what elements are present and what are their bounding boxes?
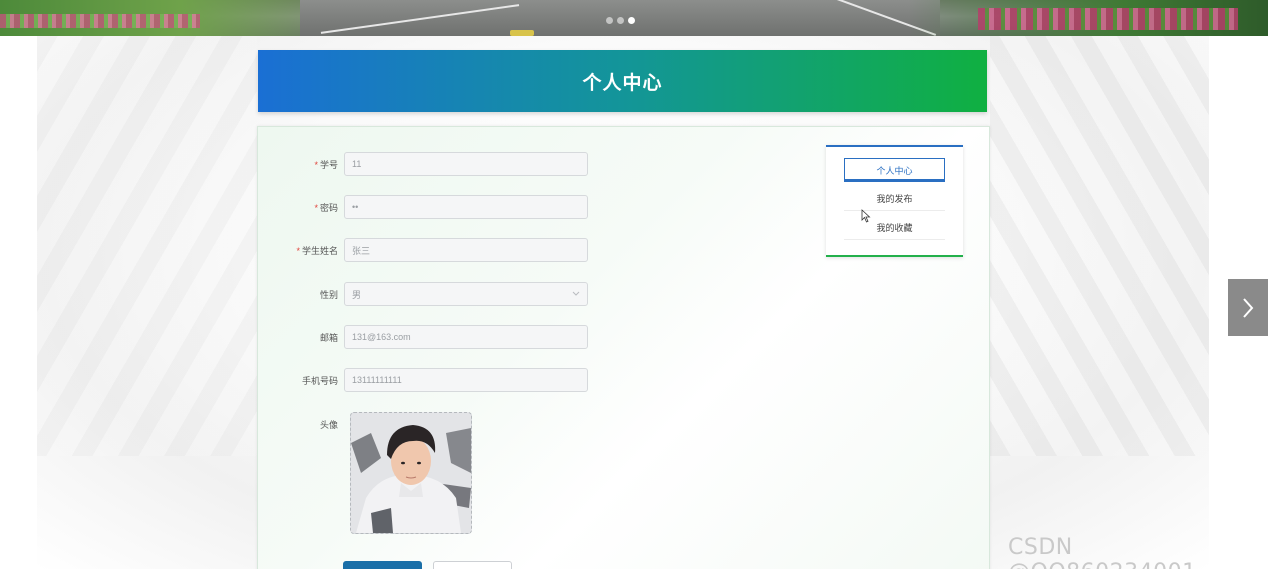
student-id-input[interactable]: 11 [344,152,588,176]
carousel-dot[interactable] [617,17,624,24]
field-label: 头像 [319,419,338,430]
gender-select[interactable]: 男 [344,282,588,306]
form-row-student-name: * 学生姓名 张三 [258,238,658,262]
carousel-indicators [606,17,635,24]
field-label: 邮箱 [319,332,338,343]
required-mark: * [314,159,318,170]
avatar-photo [351,413,471,533]
phone-input[interactable]: 13111111111 [344,368,588,392]
form-row-password: * 密码 •• [258,195,658,219]
background-decoration [990,36,1209,456]
field-label: * 密码 [314,202,338,213]
carousel-next-button[interactable] [1228,279,1268,336]
side-menu-item-my-posts[interactable]: 我的发布 [844,187,945,211]
form-row-gender: 性别 男 [258,282,658,306]
side-menu-item-profile[interactable]: 个人中心 [844,158,945,182]
email-input[interactable]: 131@163.com [344,325,588,349]
side-menu-item-my-favorites[interactable]: 我的收藏 [844,216,945,240]
required-mark: * [296,245,300,256]
student-name-input[interactable]: 张三 [344,238,588,262]
background-decoration [37,36,257,456]
title-bar: 个人中心 [258,50,987,112]
watermark: CSDN @QQ860234001 [1008,535,1196,569]
carousel-dot-active[interactable] [628,17,635,24]
chevron-right-icon [1243,297,1254,318]
form-row-student-id: * 学号 11 [258,152,658,176]
avatar-upload[interactable] [350,412,472,534]
carousel-dot[interactable] [606,17,613,24]
password-input[interactable]: •• [344,195,588,219]
field-label: * 学号 [314,159,338,170]
chevron-down-icon [572,289,580,299]
required-mark: * [314,202,318,213]
field-label: * 学生姓名 [296,245,338,256]
field-label: 手机号码 [301,375,338,386]
field-label: 性别 [319,289,338,300]
page-title: 个人中心 [582,72,663,94]
reset-button[interactable] [433,561,512,569]
form-row-phone: 手机号码 13111111111 [258,368,658,392]
banner-carousel [0,0,1268,36]
page: 个人中心 * 学号 11 * 密码 •• * 学生姓名 张三 性别 男 邮箱 1… [0,0,1268,569]
mouse-cursor-icon [861,209,871,223]
submit-button[interactable] [343,561,422,569]
side-menu: 个人中心 我的发布 我的收藏 [826,145,963,257]
form-row-email: 邮箱 131@163.com [258,325,658,349]
